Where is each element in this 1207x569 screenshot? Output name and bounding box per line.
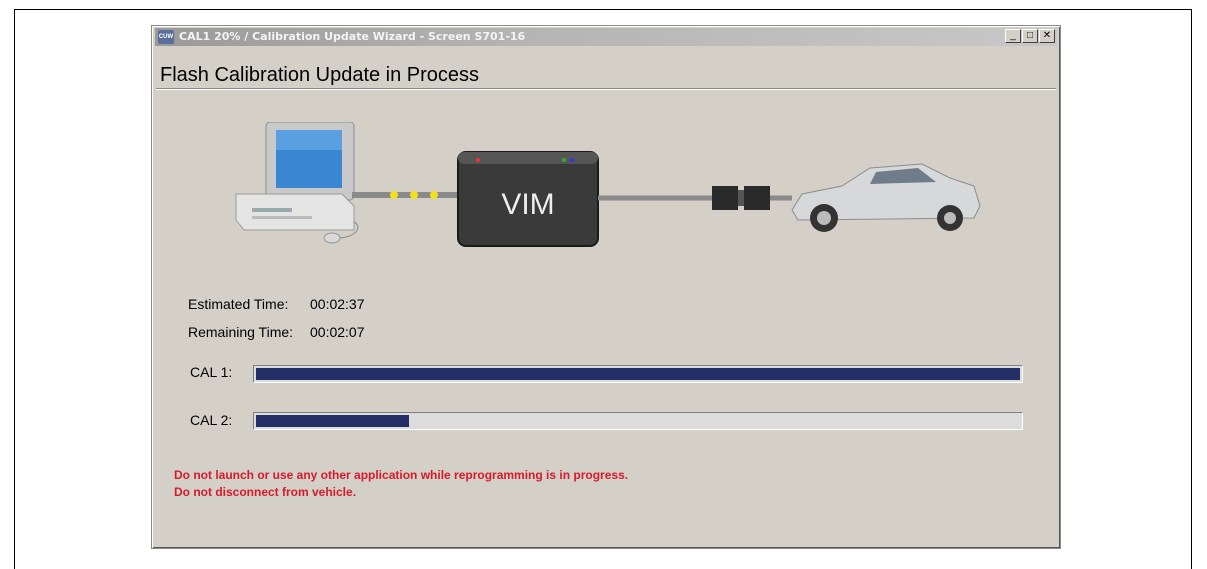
wizard-window: CUW CAL1 20% / Calibration Update Wizard…: [151, 25, 1061, 549]
app-icon: CUW: [158, 30, 174, 44]
vehicle-icon: [791, 163, 981, 232]
window-controls: _ □ ✕: [1004, 29, 1055, 43]
connector-icon: [712, 186, 792, 210]
cal1-label: CAL 1:: [190, 364, 233, 380]
cal1-progress-fill: [256, 368, 1020, 380]
vim-label: VIM: [501, 188, 554, 221]
cal1-progress-bar: [253, 365, 1023, 383]
estimated-time-label: Estimated Time:: [188, 296, 289, 312]
window-title: CAL1 20% / Calibration Update Wizard - S…: [179, 30, 526, 43]
cal2-label: CAL 2:: [190, 412, 233, 428]
connection-diagram: VIM: [235, 122, 981, 247]
minimize-button[interactable]: _: [1005, 29, 1021, 43]
cal2-progress-bar: [253, 412, 1023, 430]
close-button[interactable]: ✕: [1039, 29, 1055, 43]
cal2-progress-fill: [256, 415, 409, 427]
vim-device-icon: VIM: [457, 151, 599, 247]
remaining-time-value: 00:02:07: [310, 324, 365, 340]
maximize-button[interactable]: □: [1022, 29, 1038, 43]
computer-icon: [235, 122, 359, 244]
warning-message-2: Do not disconnect from vehicle.: [174, 485, 357, 499]
page-title: Flash Calibration Update in Process: [160, 64, 480, 86]
cable-left: [352, 191, 458, 199]
heading-divider: [156, 88, 1056, 90]
remaining-time-label: Remaining Time:: [188, 324, 294, 340]
title-bar[interactable]: CUW CAL1 20% / Calibration Update Wizard…: [155, 28, 1057, 46]
warning-message-1: Do not launch or use any other applicati…: [174, 468, 629, 482]
estimated-time-value: 00:02:37: [310, 296, 365, 312]
